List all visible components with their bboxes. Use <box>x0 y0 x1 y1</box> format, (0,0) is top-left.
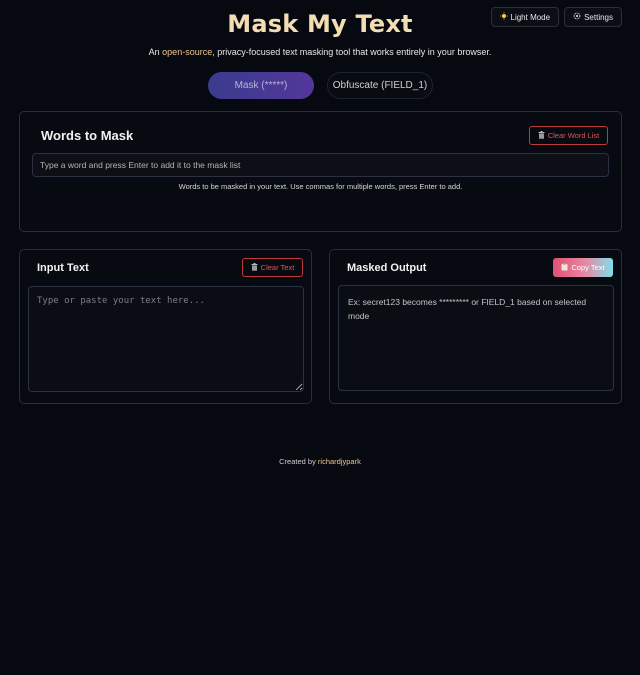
output-panel-title: Masked Output <box>347 262 427 274</box>
obfuscate-mode-button[interactable]: Obfuscate (FIELD_1) <box>327 72 433 99</box>
words-hint: Words to be masked in your text. Use com… <box>178 182 463 191</box>
masked-output-box[interactable]: Ex: secret123 becomes ********* or FIELD… <box>338 285 614 391</box>
open-source-link[interactable]: open-source <box>162 47 212 57</box>
footer: Created by richardjypark <box>0 457 640 466</box>
words-to-mask-panel: Words to Mask Clear Word List Words to b… <box>19 111 622 232</box>
page-title: Mask My Text <box>227 10 413 38</box>
footer-prefix: Created by <box>279 457 318 466</box>
input-textarea[interactable] <box>28 286 304 392</box>
copy-text-label: Copy Text <box>571 263 605 272</box>
clear-word-list-label: Clear Word List <box>547 131 600 140</box>
clear-text-label: Clear Text <box>260 263 295 272</box>
mode-toggle: Mask (*****) Obfuscate (FIELD_1) <box>208 72 433 99</box>
subtitle-suffix: , privacy-focused text masking tool that… <box>212 47 492 57</box>
page-subtitle: An open-source, privacy-focused text mas… <box>0 47 640 57</box>
masked-output-panel: Masked Output Copy Text Ex: secret123 be… <box>329 249 622 404</box>
clear-word-list-button[interactable]: Clear Word List <box>529 126 608 145</box>
word-input[interactable] <box>32 153 609 177</box>
mask-mode-button[interactable]: Mask (*****) <box>208 72 314 99</box>
author-link[interactable]: richardjypark <box>318 457 361 466</box>
subtitle-prefix: An <box>148 47 163 57</box>
input-panel-title: Input Text <box>37 262 89 274</box>
output-placeholder: Ex: secret123 becomes ********* or FIELD… <box>348 297 587 321</box>
trash-icon <box>251 262 258 273</box>
clear-text-button[interactable]: Clear Text <box>242 258 303 277</box>
input-text-panel: Input Text Clear Text <box>19 249 312 404</box>
clipboard-icon <box>561 262 568 273</box>
copy-text-button[interactable]: Copy Text <box>553 258 613 277</box>
trash-icon <box>538 130 545 141</box>
words-panel-title: Words to Mask <box>41 128 134 143</box>
